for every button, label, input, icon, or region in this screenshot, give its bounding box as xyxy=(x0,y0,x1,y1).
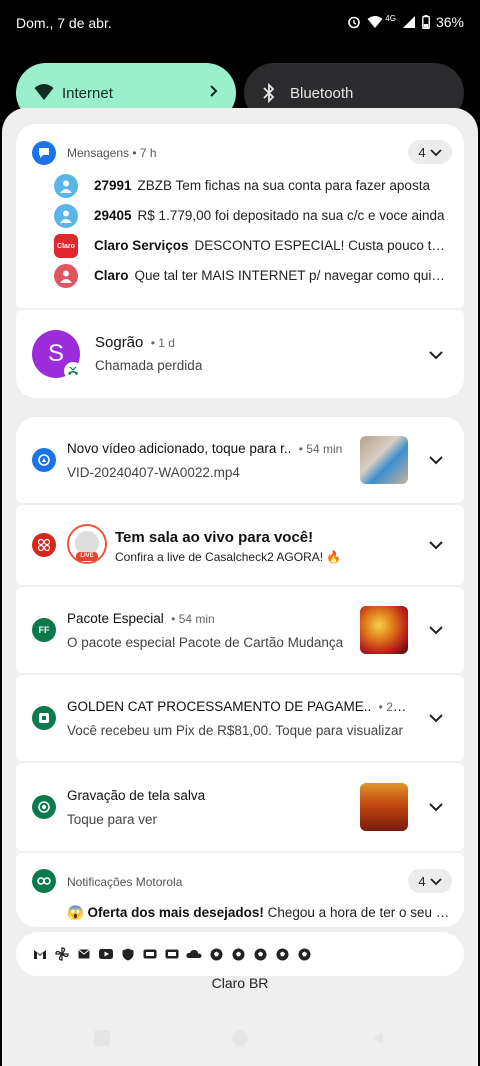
expand-button[interactable] xyxy=(421,615,451,645)
contact-avatar-icon xyxy=(54,264,78,288)
call-title: Sogrão • 1 d xyxy=(95,334,175,351)
motorola-app-name: Notificações Motorola xyxy=(67,875,183,889)
ball-icon xyxy=(208,946,224,962)
chevron-down-icon xyxy=(429,145,442,160)
gmail-icon xyxy=(32,946,48,962)
live-title: Tem sala ao vivo para você! xyxy=(115,529,314,546)
video-thumbnail xyxy=(360,436,408,484)
contact-avatar-icon xyxy=(54,174,78,198)
battery-icon xyxy=(422,15,430,29)
motorola-count-button[interactable]: 4 xyxy=(408,869,452,893)
expand-button[interactable] xyxy=(421,530,451,560)
game-icon xyxy=(164,946,180,962)
live-notification[interactable]: LIVE Tem sala ao vivo para você! Confira… xyxy=(16,505,464,585)
messages-header: Mensagens • 7 h xyxy=(67,146,157,160)
home-button[interactable] xyxy=(232,1030,248,1046)
missed-call-notification[interactable]: S Sogrão • 1 d Chamada perdida xyxy=(16,310,464,398)
pacote-notification[interactable]: FF Pacote Especial • 54 min O pacote esp… xyxy=(16,587,464,673)
motorola-notification[interactable]: Notificações Motorola 4 😱 Oferta dos mai… xyxy=(16,853,464,927)
expand-button[interactable] xyxy=(421,792,451,822)
messages-app-icon xyxy=(32,141,56,165)
pinwheel-icon xyxy=(54,946,70,962)
expand-button[interactable] xyxy=(421,445,451,475)
message-row[interactable]: 27991 ZBZB Tem fichas na sua conta para f… xyxy=(54,172,454,200)
alarm-icon xyxy=(347,15,361,29)
recording-thumbnail xyxy=(360,783,408,831)
call-text: Chamada perdida xyxy=(95,358,203,373)
messages-notification[interactable]: Mensagens • 7 h 4 27991 ZBZB Tem fichas n… xyxy=(16,124,464,308)
ff-app-icon: FF xyxy=(32,618,56,642)
live-app-icon xyxy=(32,533,56,557)
messages-time: 7 h xyxy=(139,146,157,160)
pix-notification[interactable]: GOLDEN CAT PROCESSAMENTO DE PAGAME.. • 2… xyxy=(16,675,464,761)
messages-app-name: Mensagens xyxy=(67,146,130,160)
game-icon xyxy=(142,946,158,962)
status-date: Dom., 7 de abr. xyxy=(16,15,112,31)
message-row[interactable]: Claro Claro Serviços DESCONTO ESPECIAL! C… xyxy=(54,232,454,260)
messages-count-button[interactable]: 4 xyxy=(408,140,452,164)
navigation-bar xyxy=(0,1030,480,1050)
live-avatar: LIVE xyxy=(67,524,107,564)
claro-logo-icon: Claro xyxy=(54,234,78,258)
wifi-icon xyxy=(367,15,383,29)
video-text: VID-20240407-WA0022.mp4 xyxy=(67,465,240,480)
pacote-thumbnail xyxy=(360,606,408,654)
gallery-app-icon xyxy=(32,448,56,472)
youtube-icon xyxy=(98,946,114,962)
message-text: 29405 R$ 1.779,00 foi depositado na sua c… xyxy=(94,208,445,223)
network-type: 4G xyxy=(385,13,396,23)
recording-title: Gravação de tela salva xyxy=(67,788,206,803)
cloud-icon xyxy=(186,946,202,962)
carrier-label: Claro BR xyxy=(211,975,269,991)
missed-call-icon xyxy=(64,362,82,380)
recording-text: Toque para ver xyxy=(67,812,158,827)
message-text: Claro Que tal ter MAIS INTERNET p/ navega… xyxy=(94,268,446,283)
back-button[interactable] xyxy=(370,1030,386,1046)
ball-icon xyxy=(230,946,246,962)
contact-avatar-icon xyxy=(54,204,78,228)
mail-icon xyxy=(76,946,92,962)
video-notification[interactable]: Novo vídeo adicionado, toque para r.. • … xyxy=(16,417,464,503)
ball-icon xyxy=(296,946,312,962)
expand-button[interactable] xyxy=(421,340,451,370)
live-text: Confira a live de Casalcheck2 AGORA! 🔥 xyxy=(115,550,342,564)
wifi-icon xyxy=(34,83,54,105)
status-icons: 4G 36% xyxy=(347,14,464,30)
bluetooth-icon xyxy=(262,82,276,107)
recents-button[interactable] xyxy=(94,1030,110,1046)
internet-label: Internet xyxy=(62,85,113,102)
message-row[interactable]: 29405 R$ 1.779,00 foi depositado na sua c… xyxy=(54,202,454,230)
message-text: 27991 ZBZB Tem fichas na sua conta para f… xyxy=(94,178,430,193)
messages-count: 4 xyxy=(418,144,426,160)
payment-app-icon xyxy=(32,706,56,730)
expand-button[interactable] xyxy=(421,703,451,733)
message-row[interactable]: Claro Que tal ter MAIS INTERNET p/ navega… xyxy=(54,262,454,290)
pix-title: GOLDEN CAT PROCESSAMENTO DE PAGAME.. • 2… xyxy=(67,699,407,714)
chevron-right-icon xyxy=(208,83,218,103)
pacote-title: Pacote Especial • 54 min xyxy=(67,611,215,626)
live-badge: LIVE xyxy=(76,552,98,561)
ball-icon xyxy=(274,946,290,962)
battery-percent: 36% xyxy=(435,14,464,30)
shield-icon xyxy=(120,946,136,962)
tray-icons xyxy=(32,946,312,962)
video-title: Novo vídeo adicionado, toque para r.. • … xyxy=(67,441,343,456)
signal-icon xyxy=(402,15,416,29)
pacote-text: O pacote especial Pacote de Cartão Mudan… xyxy=(67,635,344,650)
pix-text: Você recebeu um Pix de R$81,00. Toque pa… xyxy=(67,723,403,738)
chevron-down-icon xyxy=(429,874,442,889)
ball-icon xyxy=(252,946,268,962)
status-bar: Dom., 7 de abr. 4G 36% xyxy=(0,0,480,48)
screen-record-icon xyxy=(32,795,56,819)
screen-recording-notification[interactable]: Gravação de tela salva Toque para ver xyxy=(16,763,464,851)
motorola-app-icon xyxy=(32,869,56,893)
motorola-count: 4 xyxy=(418,873,426,889)
bluetooth-label: Bluetooth xyxy=(290,85,354,102)
motorola-message: 😱 Oferta dos mais desejados! Chegou a ho… xyxy=(67,905,455,920)
message-text: Claro Serviços DESCONTO ESPECIAL! Custa p… xyxy=(94,238,446,253)
notification-icon-tray[interactable] xyxy=(16,932,464,976)
